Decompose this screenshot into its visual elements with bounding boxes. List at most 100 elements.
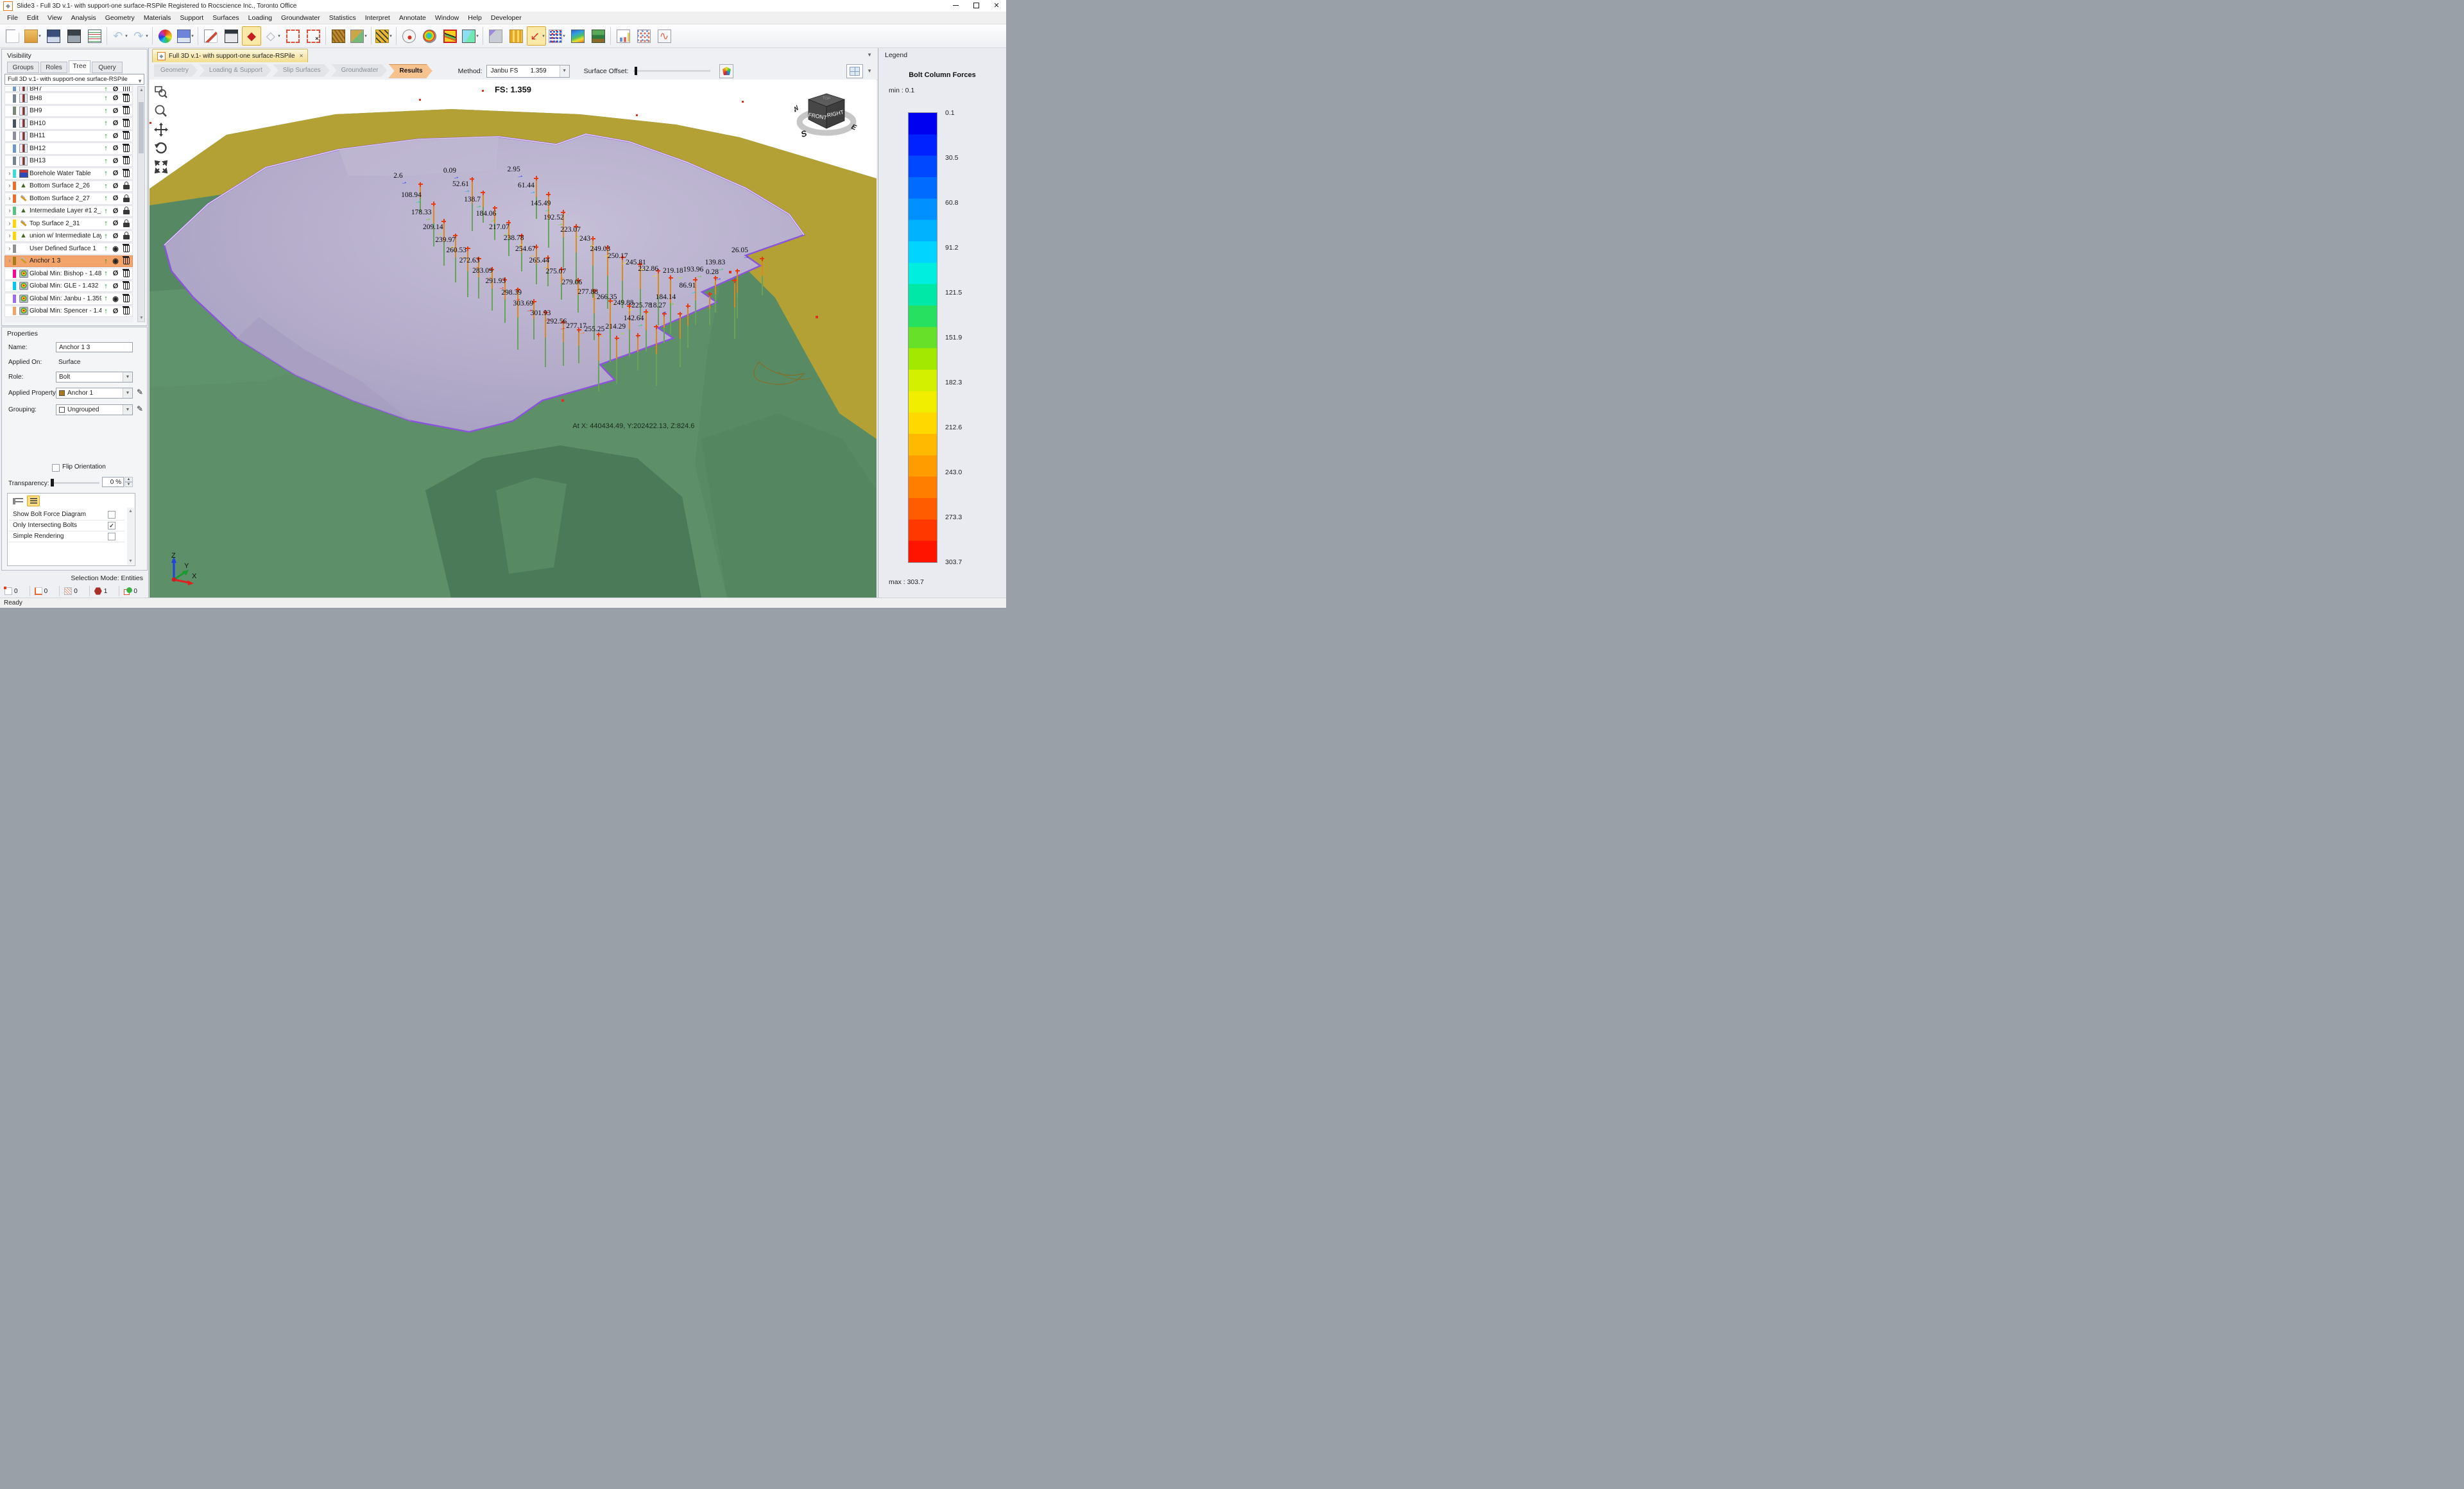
column-chart-button[interactable] bbox=[506, 26, 526, 46]
move-up-icon[interactable]: ↑ bbox=[101, 232, 110, 240]
scene-selector-dropdown[interactable]: Full 3D v.1- with support-one surface-RS… bbox=[4, 74, 144, 85]
menu-file[interactable]: File bbox=[3, 12, 22, 24]
eye-slash-icon[interactable]: Ø bbox=[110, 282, 121, 290]
tree-item[interactable]: Global Min: Janbu - 1.359↑◉ bbox=[4, 293, 133, 305]
move-up-icon[interactable]: ↑ bbox=[101, 219, 110, 227]
trash-icon[interactable] bbox=[121, 257, 132, 264]
cube-3d-button[interactable]: ▾ bbox=[461, 26, 480, 46]
move-up-icon[interactable]: ↑ bbox=[101, 157, 110, 165]
scatter-3d-button[interactable]: ▾ bbox=[547, 26, 567, 46]
move-up-icon[interactable]: ↑ bbox=[101, 282, 110, 290]
trash-icon[interactable] bbox=[121, 107, 132, 114]
tab-tree[interactable]: Tree bbox=[69, 60, 90, 73]
expand-icon[interactable]: › bbox=[6, 182, 13, 189]
method-dropdown[interactable]: Janbu FS 1.359 ▼ bbox=[486, 65, 570, 78]
expand-icon[interactable]: › bbox=[6, 257, 13, 264]
trash-icon[interactable] bbox=[121, 145, 132, 152]
menu-groundwater[interactable]: Groundwater bbox=[277, 12, 325, 24]
options-scrollbar[interactable]: ▲ ▼ bbox=[127, 508, 134, 565]
trash-icon[interactable] bbox=[121, 170, 132, 177]
move-up-icon[interactable]: ↑ bbox=[101, 207, 110, 215]
menu-view[interactable]: View bbox=[43, 12, 67, 24]
3d-scene-canvas[interactable]: FS: 1.359 At X: 440434.49, Y:202422.13, … bbox=[150, 80, 877, 598]
gauge-button[interactable] bbox=[399, 26, 418, 46]
trash-icon[interactable] bbox=[121, 132, 132, 139]
terrain-cube-button[interactable] bbox=[588, 26, 608, 46]
menu-help[interactable]: Help bbox=[463, 12, 486, 24]
eye-slash-icon[interactable]: Ø bbox=[110, 232, 121, 240]
tree-item[interactable]: ›▲Intermediate Layer #1 2_28↑Ø bbox=[4, 205, 133, 218]
trash-icon[interactable] bbox=[121, 86, 132, 92]
print-button[interactable] bbox=[64, 26, 83, 46]
menu-window[interactable]: Window bbox=[431, 12, 463, 24]
surface-offset-slider[interactable] bbox=[633, 70, 710, 72]
eye-slash-icon[interactable]: Ø bbox=[110, 270, 121, 277]
eye-slash-icon[interactable]: Ø bbox=[110, 144, 121, 152]
move-up-icon[interactable]: ↑ bbox=[101, 194, 110, 202]
menu-annotate[interactable]: Annotate bbox=[395, 12, 431, 24]
zoom-extents-button[interactable] bbox=[153, 159, 169, 175]
spin-down-icon[interactable]: ▼ bbox=[124, 482, 133, 487]
lock-icon[interactable] bbox=[121, 220, 132, 227]
lock-icon[interactable] bbox=[121, 232, 132, 239]
zoom-window-button[interactable] bbox=[153, 85, 169, 100]
lock-icon[interactable] bbox=[121, 207, 132, 214]
project-settings-button[interactable] bbox=[201, 26, 220, 46]
lock-icon[interactable] bbox=[121, 182, 132, 189]
trash-icon[interactable] bbox=[121, 282, 132, 289]
close-tab-icon[interactable]: × bbox=[300, 53, 304, 60]
move-up-icon[interactable]: ↑ bbox=[101, 107, 110, 115]
contour-map-button[interactable] bbox=[568, 26, 587, 46]
curve-chart-button[interactable]: ∿ bbox=[654, 26, 674, 46]
chevron-down-icon[interactable]: ▾ bbox=[364, 33, 367, 39]
support-tool-button[interactable] bbox=[486, 26, 505, 46]
close-button[interactable]: ✕ bbox=[987, 0, 1006, 12]
analyze-diamond-button[interactable]: ◆ bbox=[242, 26, 261, 46]
chevron-down-icon[interactable]: ▾ bbox=[389, 33, 392, 39]
edit-property-icon[interactable]: ✎ bbox=[137, 388, 143, 397]
tree-item[interactable]: ›▲union w/ Intermediate Layer #↑Ø bbox=[4, 230, 133, 243]
expand-icon[interactable]: › bbox=[6, 245, 13, 252]
workflow-groundwater[interactable]: Groundwater bbox=[331, 64, 388, 77]
trash-icon[interactable] bbox=[121, 120, 132, 127]
image-export-button[interactable]: ▾ bbox=[176, 26, 195, 46]
tree-item[interactable]: ›Top Surface 2_31↑Ø bbox=[4, 218, 133, 230]
tree-item[interactable]: BH13↑Ø bbox=[4, 155, 133, 168]
eye-slash-icon[interactable]: Ø bbox=[110, 132, 121, 140]
transparency-slider-thumb[interactable] bbox=[51, 479, 54, 486]
scrollbar-thumb[interactable] bbox=[139, 102, 144, 153]
tree-item[interactable]: BH7↑Ø bbox=[4, 86, 133, 92]
tree-item[interactable]: BH12↑Ø bbox=[4, 142, 133, 155]
scroll-down-icon[interactable]: ▼ bbox=[128, 559, 133, 564]
menu-surfaces[interactable]: Surfaces bbox=[208, 12, 243, 24]
tree-item[interactable]: ›Anchor 1 3↑◉ bbox=[4, 255, 133, 268]
redo-button[interactable]: ↷▾ bbox=[130, 26, 150, 46]
eye-slash-icon[interactable]: Ø bbox=[110, 182, 121, 190]
interpret-bolt-forces-button[interactable]: ↙▾ bbox=[527, 26, 546, 46]
category-view-button[interactable] bbox=[12, 495, 24, 506]
transparency-value[interactable]: 0 % bbox=[102, 477, 124, 487]
fs-plot-button[interactable] bbox=[440, 26, 459, 46]
chevron-down-icon[interactable]: ▾ bbox=[125, 33, 128, 39]
viewport-layout-button[interactable] bbox=[846, 64, 863, 78]
eye-slash-icon[interactable]: Ø bbox=[110, 194, 121, 202]
move-up-icon[interactable]: ↑ bbox=[101, 245, 110, 252]
contour-style-button[interactable] bbox=[719, 64, 733, 78]
tree-item[interactable]: BH8↑Ø bbox=[4, 92, 133, 105]
name-field[interactable]: Anchor 1 3 bbox=[56, 342, 133, 352]
tree-item[interactable]: ›Borehole Water Table↑Ø bbox=[4, 168, 133, 180]
grouping-dropdown[interactable]: Ungrouped▼ bbox=[56, 404, 133, 415]
move-up-icon[interactable]: ↑ bbox=[101, 119, 110, 127]
tree-item[interactable]: Global Min: GLE - 1.432↑Ø bbox=[4, 280, 133, 293]
workflow-results[interactable]: Results bbox=[388, 64, 432, 78]
surface-offset-thumb[interactable] bbox=[635, 67, 637, 75]
tab-groups[interactable]: Groups bbox=[7, 62, 39, 73]
workflow-loading-support[interactable]: Loading & Support bbox=[199, 64, 271, 77]
move-up-icon[interactable]: ↑ bbox=[101, 132, 110, 140]
move-up-icon[interactable]: ↑ bbox=[101, 270, 110, 277]
chevron-down-icon[interactable]: ▾ bbox=[278, 33, 280, 39]
workflow-geometry[interactable]: Geometry bbox=[154, 64, 198, 77]
zoom-button[interactable] bbox=[153, 103, 169, 119]
menu-developer[interactable]: Developer bbox=[486, 12, 526, 24]
chevron-down-icon[interactable]: ▼ bbox=[123, 388, 132, 398]
